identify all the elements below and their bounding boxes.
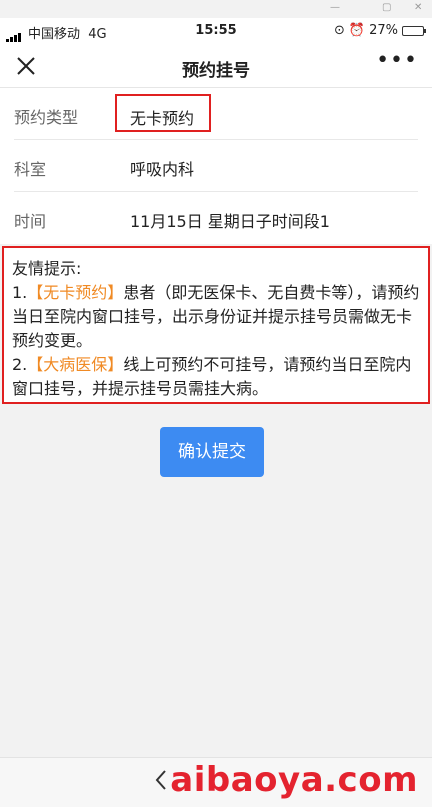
time-label: 时间 (14, 212, 47, 231)
maximize-icon[interactable]: ▢ (382, 2, 391, 13)
more-options-icon[interactable]: ••• (376, 48, 418, 73)
notice-item-2-number: 2. (12, 355, 28, 374)
minimize-icon[interactable]: — (330, 2, 340, 13)
notice-item-1-number: 1. (12, 283, 28, 302)
back-icon[interactable] (150, 766, 172, 794)
close-window-icon[interactable]: ✕ (414, 2, 422, 13)
watermark: aibaoya.com (170, 760, 418, 800)
row-time: 时间 11月15日 星期日子时间段1 (0, 192, 432, 244)
appointment-form: 预约类型 无卡预约 科室 呼吸内科 时间 11月15日 星期日子时间段1 (0, 88, 432, 244)
time-value: 11月15日 星期日子时间段1 (130, 212, 330, 231)
battery-percent: 27% (369, 23, 398, 38)
bracket-close: 】 (107, 283, 124, 302)
row-department: 科室 呼吸内科 (0, 140, 432, 192)
notice-box: 友情提示: 1.【无卡预约】患者（即无医保卡、无自费卡等），请预约当日至院内窗口… (2, 246, 430, 404)
row-appointment-type: 预约类型 无卡预约 (0, 88, 432, 140)
page-title: 预约挂号 (182, 61, 250, 81)
nav-bar: 预约挂号 ••• (0, 46, 432, 88)
notice-item-1-highlight: 无卡预约 (43, 283, 108, 302)
bottom-toolbar: aibaoya.com (0, 757, 432, 807)
appointment-type-label: 预约类型 (14, 108, 79, 127)
notice-item-2-highlight: 大病医保 (43, 355, 108, 374)
submit-button[interactable]: 确认提交 (160, 427, 264, 477)
bracket-close: 】 (107, 355, 124, 374)
bracket-open: 【 (27, 283, 44, 302)
alarm-icon: ⏰ (348, 23, 366, 38)
lock-rotation-icon: ⊙ (334, 23, 345, 38)
window-controls: — ▢ ✕ (0, 0, 432, 18)
notice-title: 友情提示: (12, 259, 82, 278)
notice-item-2: 2.【大病医保】线上可预约不可挂号，请预约当日至院内窗口挂号，并提示挂号员需挂大… (12, 353, 420, 401)
department-label: 科室 (14, 160, 47, 179)
appointment-type-value[interactable]: 无卡预约 (130, 105, 194, 129)
bracket-open: 【 (27, 355, 44, 374)
department-value: 呼吸内科 (130, 160, 195, 179)
notice-item-1: 1.【无卡预约】患者（即无医保卡、无自费卡等），请预约当日至院内窗口挂号，出示身… (12, 281, 420, 353)
status-bar: 中国移动 4G 15:55 ⊙ ⏰ 27% (0, 18, 432, 46)
battery-icon (402, 25, 426, 36)
appointment-type-highlight: 无卡预约 (115, 94, 211, 132)
